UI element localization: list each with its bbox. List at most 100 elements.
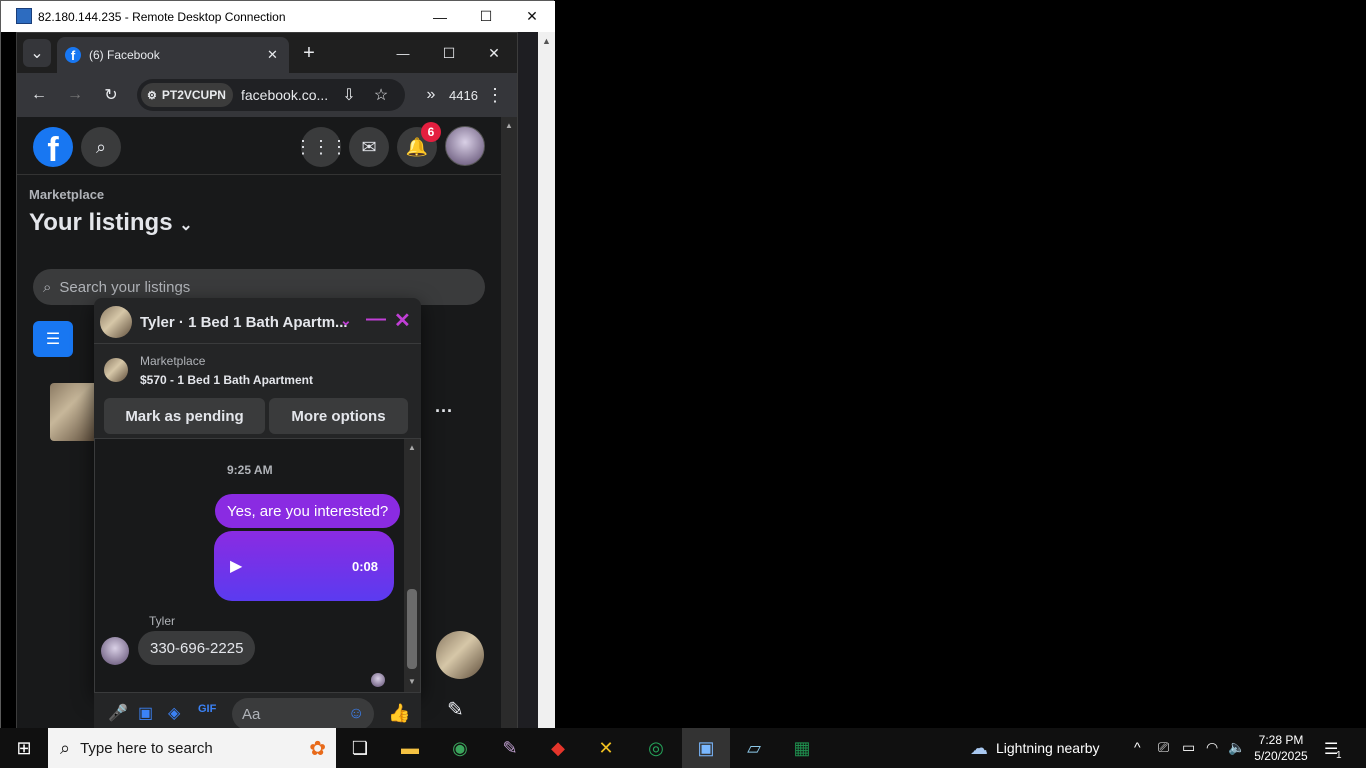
windows-taskbar: ⊞ ⌕ Type here to search ✿ ❏ ▬ ◉ ✎ ◆ ✕ ◎ … [0, 728, 1366, 768]
message-thread: 9:25 AM Yes, are you interested? ▶ 0:08 … [94, 438, 421, 693]
thread-scrollbar[interactable]: ▲ ▼ [404, 439, 420, 692]
site-info-chip[interactable]: ⚙ PT2VCUPN [141, 83, 233, 107]
back-arrow-icon[interactable]: ← [25, 81, 53, 109]
taskbar-search-input[interactable]: ⌕ Type here to search ✿ [48, 728, 336, 768]
storm-cloud-icon: ☁ [970, 737, 988, 758]
page-scrollbar[interactable]: ▲ [501, 117, 517, 730]
thread-scroll-thumb[interactable] [407, 589, 417, 669]
gif-icon[interactable]: GIF [198, 703, 216, 715]
ix-app-icon[interactable]: ✕ [582, 728, 630, 768]
messenger-chat-popup: Tyler · 1 Bed 1 Bath Apartm... ⌄ — ✕ Mar… [94, 298, 421, 693]
battery-icon[interactable]: ▭ [1182, 739, 1195, 756]
chat-head-avatar[interactable] [436, 631, 484, 679]
scroll-up-arrow-icon[interactable]: ▲ [542, 36, 551, 46]
outgoing-message[interactable]: Yes, are you interested? [215, 494, 401, 528]
chrome-close-button[interactable]: ✕ [480, 39, 508, 67]
minimize-chat-icon[interactable]: — [366, 308, 386, 331]
bookmark-star-icon[interactable]: ☆ [367, 81, 395, 109]
green-app-icon[interactable]: ◎ [632, 728, 680, 768]
chevron-down-icon[interactable]: ⌄ [340, 312, 352, 329]
sender-name: Tyler [149, 614, 176, 628]
paint-app-icon[interactable]: ✎ [486, 728, 534, 768]
new-tab-button[interactable]: + [295, 39, 323, 67]
clock-time: 7:28 PM [1258, 733, 1304, 747]
voice-duration: 0:08 [352, 559, 379, 574]
close-chat-icon[interactable]: ✕ [394, 308, 411, 333]
photo-icon[interactable]: ▣ [138, 703, 153, 723]
facebook-favicon-icon: f [65, 47, 81, 63]
chrome-minimize-button[interactable]: — [389, 39, 417, 67]
listing-more-button[interactable]: ··· [435, 401, 453, 422]
notepad-app-icon[interactable]: ▱ [730, 728, 778, 768]
microphone-icon[interactable]: 🎤 [108, 703, 128, 723]
like-thumb-icon[interactable]: 👍 [388, 703, 410, 724]
new-message-icon[interactable]: ✎ [447, 697, 464, 722]
clock[interactable]: 7:28 PM 5/20/2025 [1252, 732, 1310, 764]
more-options-button[interactable]: More options [269, 398, 408, 434]
sticker-icon[interactable]: ◈ [168, 703, 180, 723]
list-view-button[interactable]: ☰ [33, 321, 73, 357]
tab-search-icon[interactable]: ⌄ [23, 39, 51, 67]
rdp-minimize-button[interactable]: — [417, 1, 463, 32]
chrome-taskbar-icon[interactable]: ◉ [436, 728, 484, 768]
search-icon: ⌕ [60, 737, 71, 758]
volume-muted-icon[interactable]: 🔈 [1228, 739, 1245, 756]
excel-app-icon[interactable]: ▦ [778, 728, 826, 768]
url-text[interactable]: facebook.co... [241, 87, 328, 103]
facebook-logo-icon[interactable]: f [33, 127, 73, 167]
tab-title: (6) Facebook [89, 48, 160, 62]
rdp-titlebar[interactable]: 82.180.144.235 - Remote Desktop Connecti… [1, 1, 555, 32]
incoming-message[interactable]: 330-696-2225 [138, 631, 256, 665]
play-icon[interactable]: ▶ [230, 556, 242, 576]
weather-text: Lightning nearby [996, 740, 1100, 756]
search-highlight-icon: ✿ [309, 737, 326, 760]
extensions-overflow-icon[interactable]: » [417, 81, 445, 109]
mark-as-pending-button[interactable]: Mark as pending [104, 398, 265, 434]
seen-indicator-avatar [371, 673, 385, 687]
chat-header[interactable]: Tyler · 1 Bed 1 Bath Apartm... ⌄ — ✕ [94, 298, 421, 344]
facebook-page: f ⌕ ⋮⋮⋮ ✉ 🔔 6 Marketplace Your listings … [17, 117, 501, 730]
rdp-close-button[interactable]: ✕ [509, 1, 555, 32]
chat-title[interactable]: Tyler · 1 Bed 1 Bath Apartm... [140, 314, 348, 331]
scroll-up-arrow-icon[interactable]: ▲ [505, 121, 513, 130]
reload-icon[interactable]: ↻ [97, 81, 125, 109]
network-icon[interactable]: ◠ [1206, 739, 1218, 756]
tab-facebook[interactable]: f (6) Facebook ✕ [57, 37, 289, 73]
tab-close-icon[interactable]: ✕ [267, 47, 278, 63]
anydesk-icon[interactable]: ◆ [534, 728, 582, 768]
chat-avatar[interactable] [100, 306, 132, 338]
file-explorer-icon[interactable]: ▬ [386, 728, 434, 768]
chrome-maximize-button[interactable]: ☐ [435, 39, 463, 67]
task-view-icon[interactable]: ❏ [336, 728, 384, 768]
chevron-down-icon[interactable]: ⌄ [179, 217, 192, 234]
scroll-down-arrow-icon[interactable]: ▼ [408, 677, 416, 686]
profile-avatar[interactable] [445, 126, 485, 166]
marketplace-label[interactable]: Marketplace [29, 187, 104, 202]
listing-thumbnail[interactable] [50, 383, 98, 441]
page-title[interactable]: Your listings ⌄ [29, 209, 193, 237]
messenger-icon[interactable]: ✉ [349, 127, 389, 167]
sender-avatar[interactable] [101, 637, 129, 665]
message-input-placeholder: Aa [242, 705, 261, 723]
menu-grid-icon[interactable]: ⋮⋮⋮ [294, 127, 348, 167]
rdp-vertical-scrollbar[interactable]: ▲ [538, 32, 555, 729]
voice-message[interactable]: ▶ 0:08 [214, 531, 394, 601]
tray-expand-icon[interactable]: ^ [1134, 739, 1141, 755]
taskbar-search-placeholder: Type here to search [80, 739, 213, 757]
omnibox[interactable]: ⚙ PT2VCUPN facebook.co... ⇩ ☆ [137, 79, 405, 111]
rdp-maximize-button[interactable]: ☐ [463, 1, 509, 32]
page-title-text: Your listings [29, 209, 173, 236]
remote-desktop-taskbar-icon[interactable]: ▣ [682, 728, 730, 768]
scroll-up-arrow-icon[interactable]: ▲ [408, 443, 416, 452]
card-title[interactable]: $570 - 1 Bed 1 Bath Apartment [140, 373, 313, 387]
weather-widget[interactable]: ☁ Lightning nearby [970, 728, 1100, 768]
meet-now-icon[interactable]: ⎚ [1158, 739, 1169, 756]
forward-arrow-icon[interactable]: → [61, 81, 89, 109]
install-app-icon[interactable]: ⇩ [335, 81, 363, 109]
toolbar-counter[interactable]: 4416 [449, 88, 478, 103]
emoji-icon[interactable]: ☺ [348, 705, 364, 723]
windows-start-icon[interactable]: ⊞ [0, 728, 48, 768]
search-icon[interactable]: ⌕ [81, 127, 121, 167]
chrome-menu-icon[interactable]: ⋮ [481, 81, 509, 109]
chrome-window: ⌄ f (6) Facebook ✕ + — ☐ ✕ ← → ↻ ⚙ PT2VC… [16, 32, 518, 730]
